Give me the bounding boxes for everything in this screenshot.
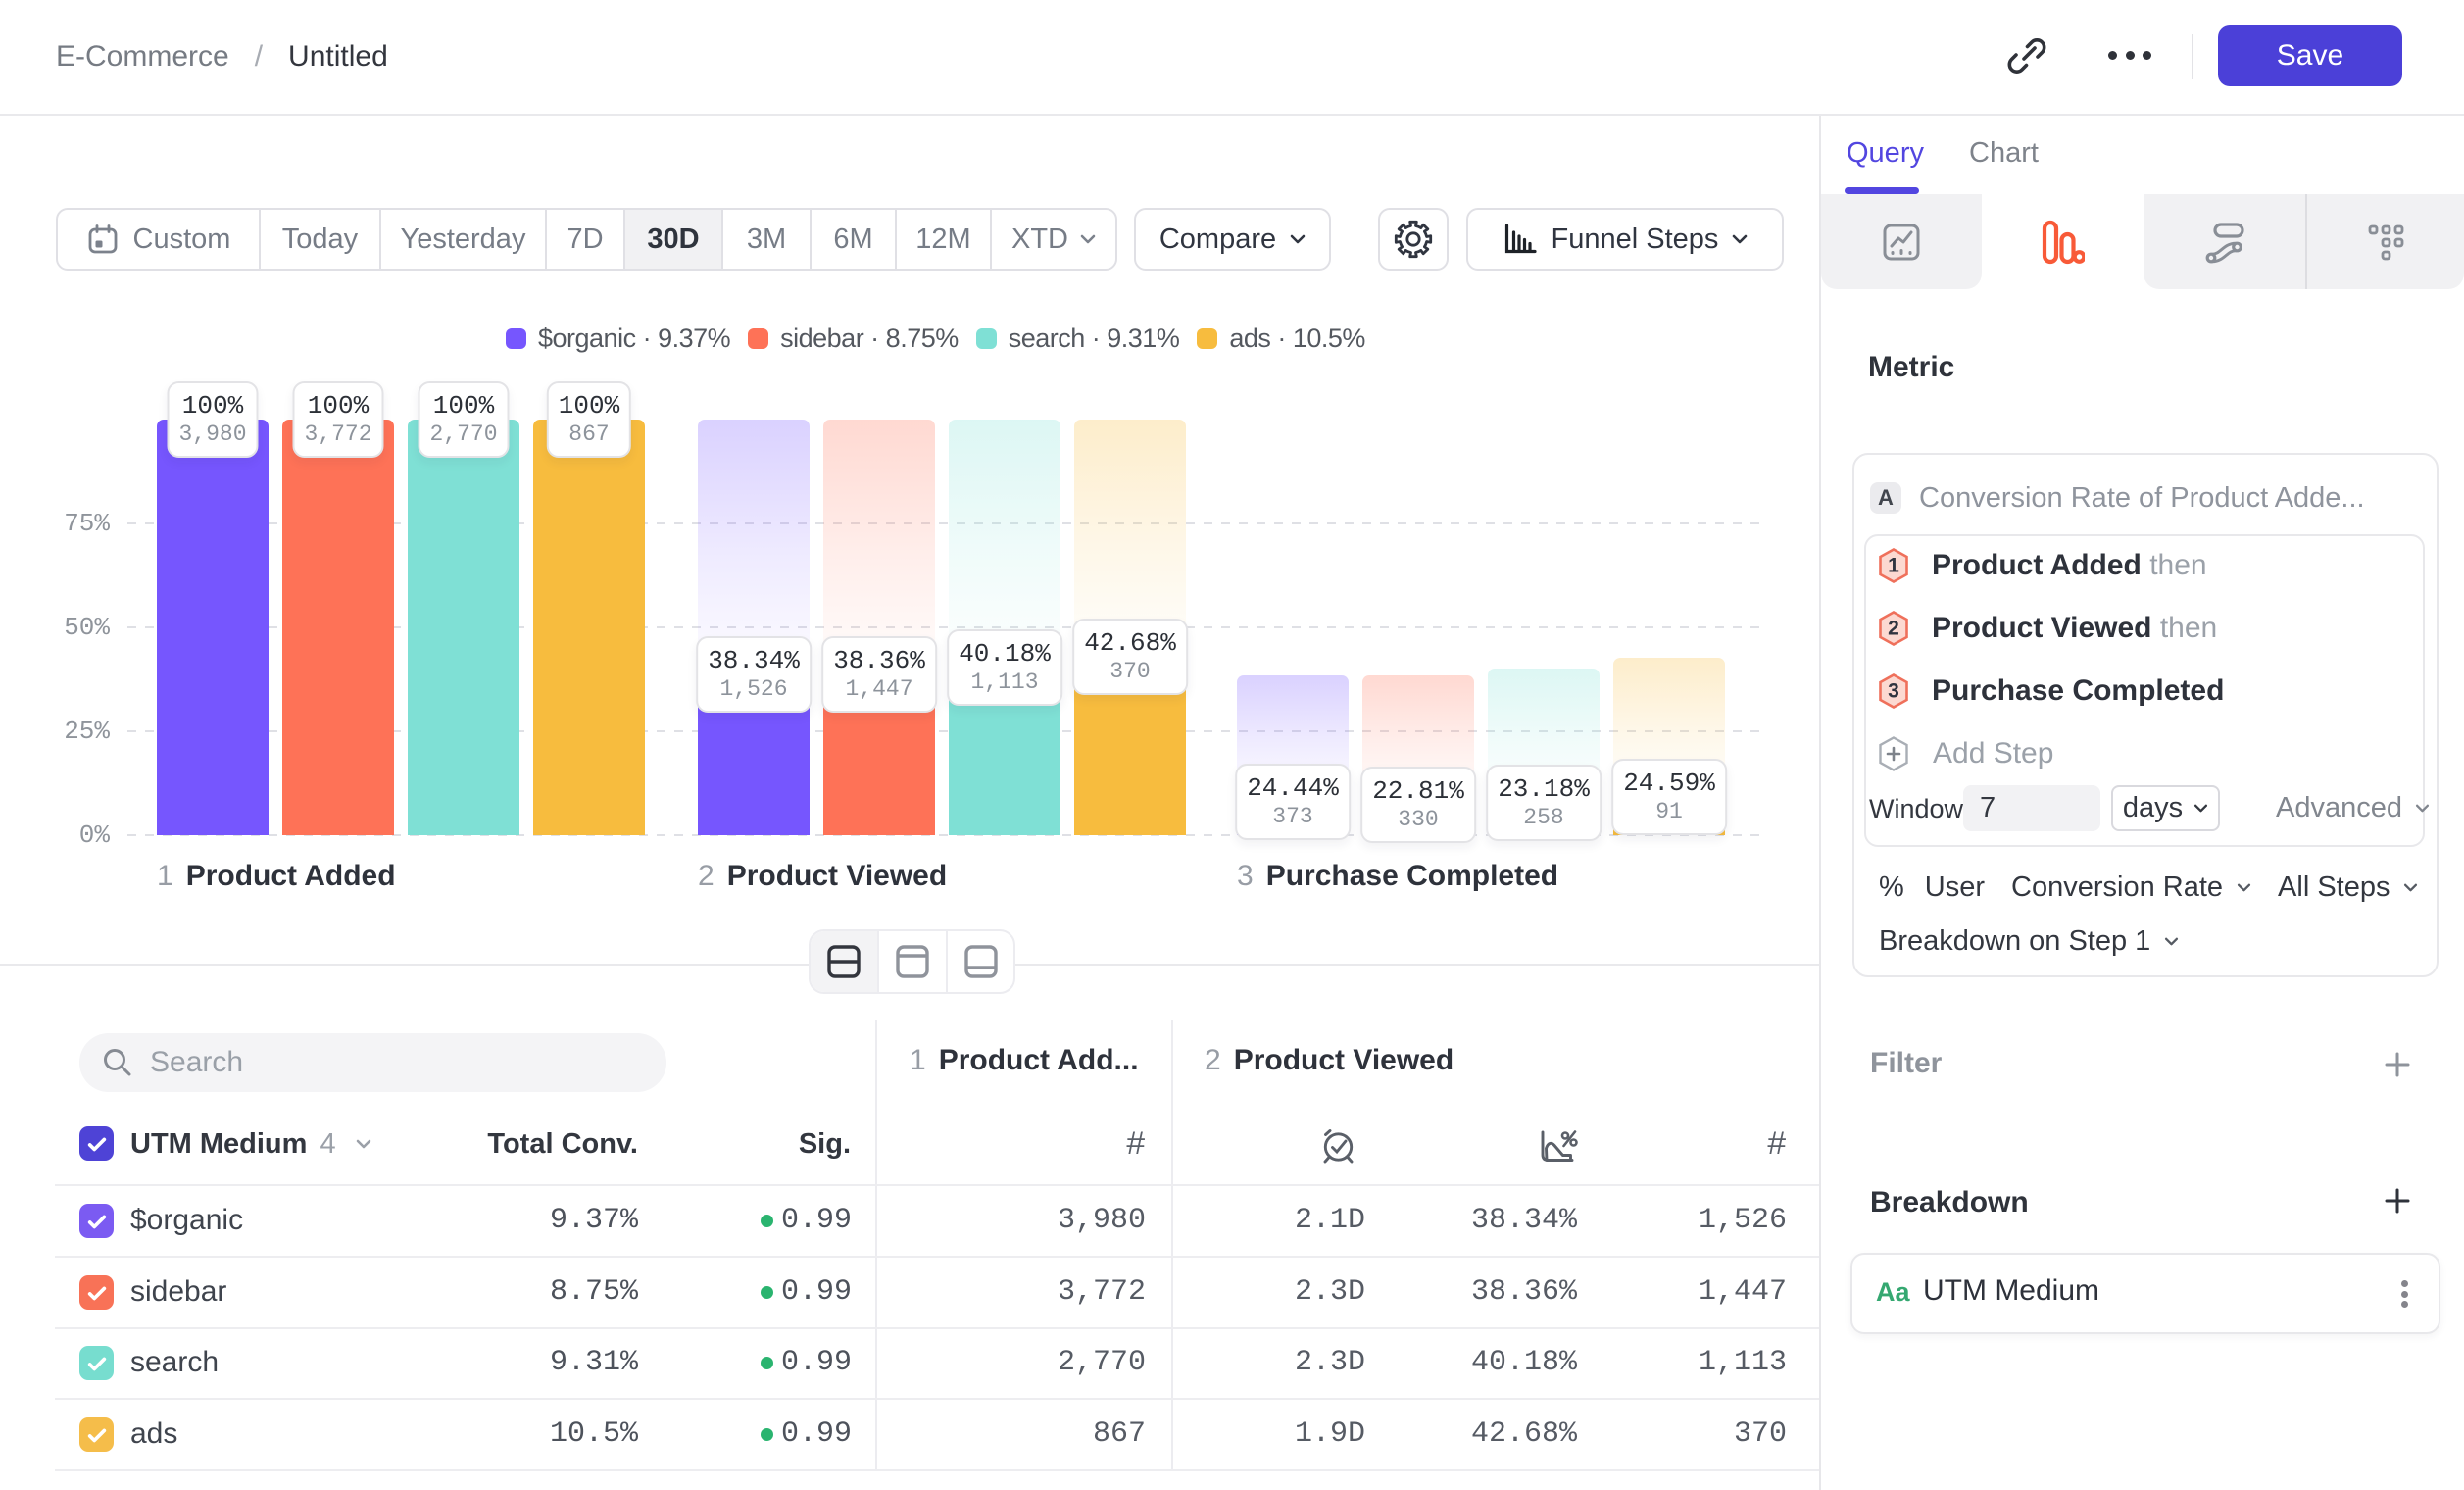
svg-text:2: 2 (1888, 618, 1899, 640)
svg-text:3: 3 (1888, 680, 1899, 703)
svg-text:1: 1 (1888, 555, 1899, 577)
